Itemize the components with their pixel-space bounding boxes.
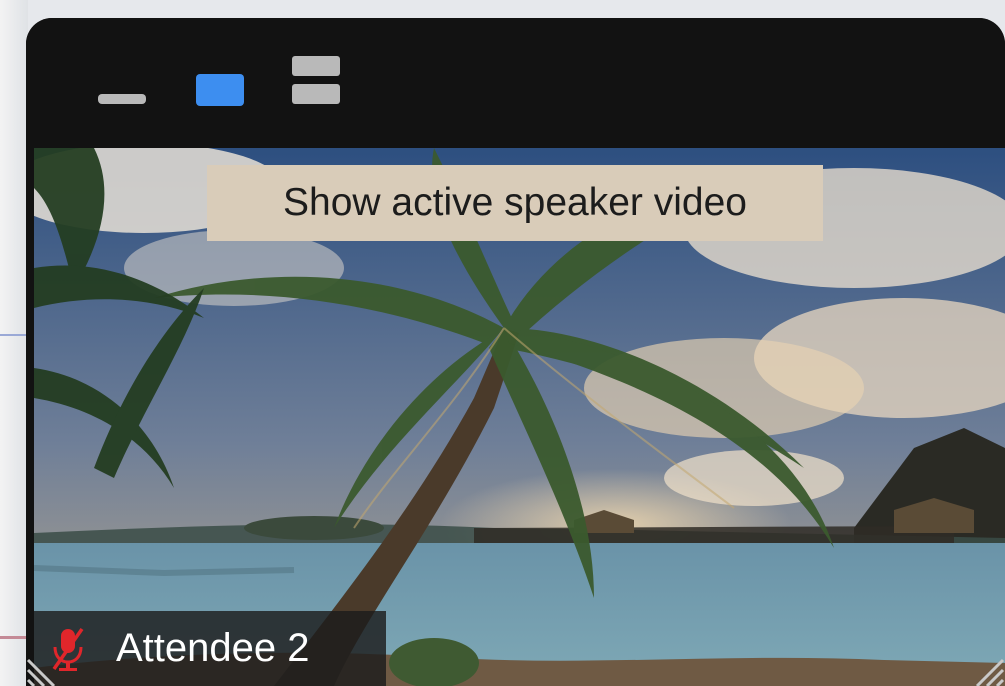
resize-handle-icon[interactable] [965, 646, 1005, 686]
participant-name: Attendee 2 [116, 626, 310, 670]
divider [0, 636, 26, 639]
divider [0, 334, 26, 336]
window-titlebar[interactable] [26, 18, 1005, 142]
tooltip: Show active speaker video [207, 165, 823, 241]
participant-name-tag: Attendee 2 [34, 611, 386, 686]
gallery-tile [292, 84, 340, 104]
minimize-icon[interactable] [98, 94, 146, 104]
resize-handle-icon[interactable] [26, 646, 66, 686]
gallery-tile [292, 56, 340, 76]
speaker-view-icon[interactable] [196, 74, 244, 106]
background-window-edge [0, 0, 28, 686]
gallery-view-icon[interactable] [292, 56, 340, 106]
meeting-video-window: Show active speaker video Attendee 2 [26, 18, 1005, 686]
